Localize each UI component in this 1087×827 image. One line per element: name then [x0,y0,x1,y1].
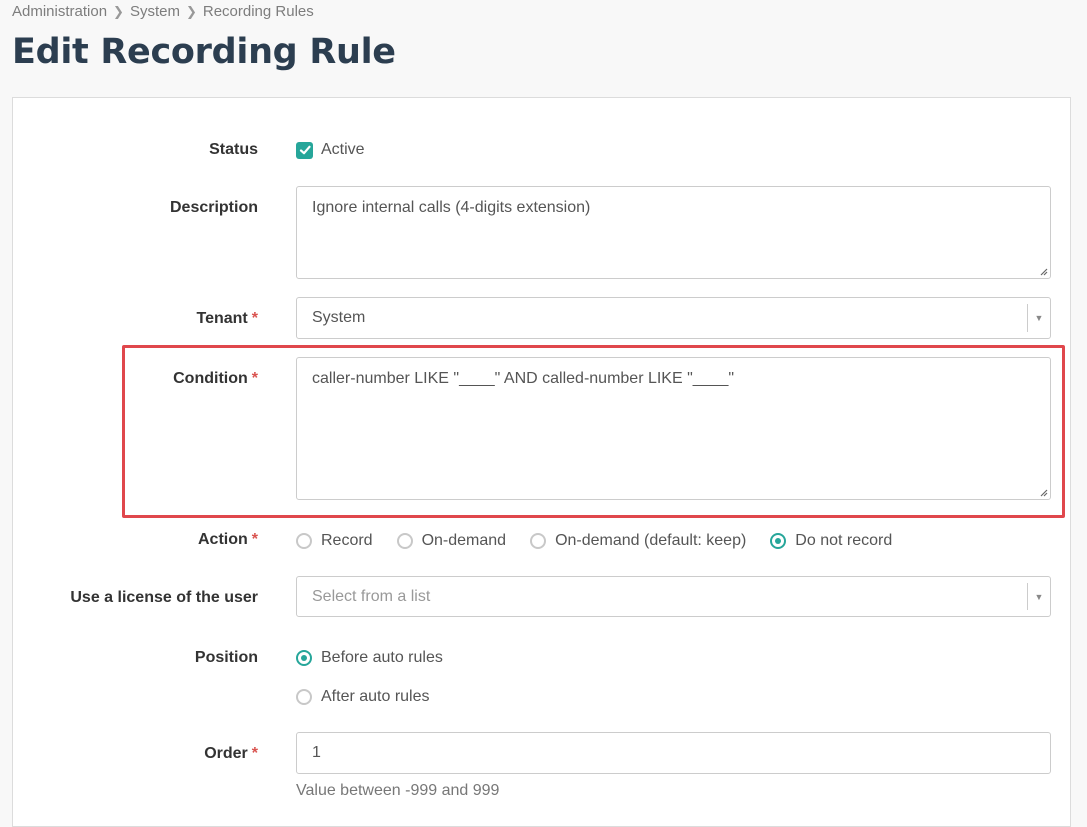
position-option-before[interactable]: Before auto rules [296,649,443,667]
radio-icon [296,533,312,549]
action-radio-group: Record On-demand On-demand (default: kee… [296,532,916,550]
action-option-record[interactable]: Record [296,532,373,550]
status-label: Status [209,141,258,158]
order-label: Order * [204,745,258,762]
caret-down-icon: ▼ [1027,304,1050,332]
license-select[interactable]: Select from a list ▼ [296,576,1051,617]
position-option-after[interactable]: After auto rules [296,688,430,706]
order-input[interactable]: 1 [296,732,1051,774]
tenant-value: System [312,309,366,326]
tenant-select[interactable]: System ▼ [296,297,1051,339]
order-hint: Value between -999 and 999 [296,782,500,799]
active-checkbox-label: Active [321,141,365,158]
description-value: Ignore internal calls (4-digits extensio… [312,199,591,216]
resize-handle-icon[interactable] [1038,266,1048,276]
action-option-on-demand-keep[interactable]: On-demand (default: keep) [530,532,746,550]
page-title: Edit Recording Rule [12,32,396,72]
order-value: 1 [312,744,321,761]
action-label: Action * [197,531,258,548]
breadcrumb-system[interactable]: System [130,3,180,20]
breadcrumb: Administration ❯ System ❯ Recording Rule… [12,3,314,20]
radio-selected-icon [296,650,312,666]
license-placeholder: Select from a list [312,587,431,605]
active-checkbox[interactable]: Active [296,141,365,159]
tenant-label: Tenant * [196,310,259,327]
radio-icon [530,533,547,549]
action-option-do-not-record[interactable]: Do not record [770,532,892,550]
checkmark-icon [296,141,313,159]
caret-down-icon: ▼ [1027,583,1050,610]
resize-handle-icon[interactable] [1038,487,1048,497]
breadcrumb-administration[interactable]: Administration [12,3,107,20]
chevron-right-icon: ❯ [113,3,124,19]
radio-selected-icon [770,533,787,549]
description-textarea[interactable]: Ignore internal calls (4-digits extensio… [296,186,1051,279]
license-label: Use a license of the user [70,589,258,606]
breadcrumb-recording-rules[interactable]: Recording Rules [203,3,314,20]
chevron-right-icon: ❯ [185,3,197,19]
condition-label: Condition * [173,370,258,387]
radio-icon [396,533,413,549]
condition-textarea[interactable]: caller-number LIKE "____" AND called-num… [296,357,1051,500]
action-option-on-demand[interactable]: On-demand [396,532,506,550]
description-label: Description [169,199,258,216]
radio-icon [296,689,312,705]
position-label: Position [194,649,258,666]
condition-value: caller-number LIKE "____" AND called-num… [312,370,735,387]
